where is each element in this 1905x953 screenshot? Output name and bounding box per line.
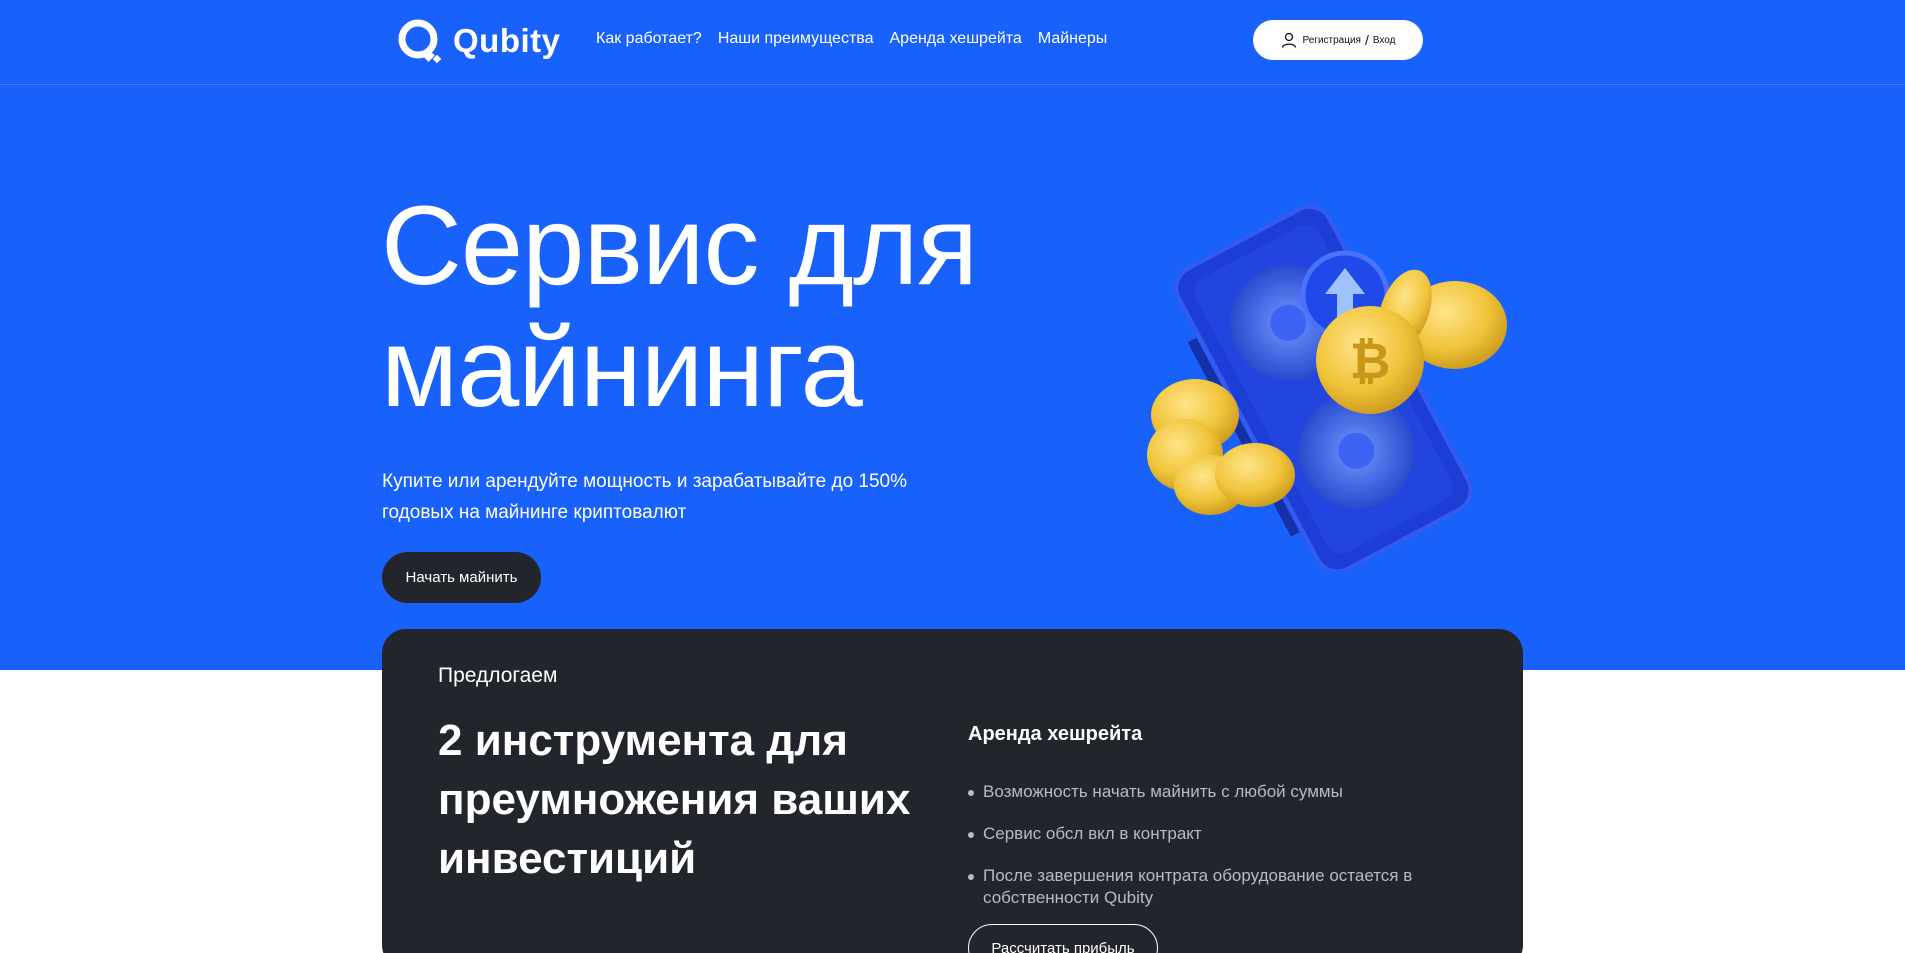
svg-text:₿: ₿: [1350, 332, 1391, 390]
offer-title-line3: инвестиций: [438, 834, 697, 883]
nav-link-advantages[interactable]: Наши преимущества: [718, 30, 874, 48]
list-item: Сервис обсл вкл в контракт: [968, 823, 1488, 845]
nav-link-miners[interactable]: Майнеры: [1038, 30, 1107, 48]
hashrate-rental-title: Аренда хешрейта: [968, 723, 1143, 745]
hero-section: Qubity Как работает? Наши преимущества А…: [0, 0, 1905, 670]
list-item: После завершения контрата оборудование о…: [968, 865, 1488, 909]
start-mining-button[interactable]: Начать майнить: [382, 552, 541, 603]
brand-name: Qubity: [453, 22, 561, 59]
calculate-profit-button[interactable]: Рассчитать прибыль: [968, 924, 1158, 953]
hero-subtitle-line1: Купите или арендуйте мощность и зарабаты…: [382, 471, 908, 492]
register-link[interactable]: Регистрация: [1303, 35, 1361, 46]
list-item: Возможность начать майнить с любой суммы: [968, 781, 1488, 803]
hero-subtitle-line2: годовых на майнинге криптовалют: [382, 502, 687, 523]
nav-link-hashrate-rental[interactable]: Аренда хешрейта: [890, 30, 1022, 48]
hero-subtitle: Купите или арендуйте мощность и зарабаты…: [382, 466, 942, 528]
hero-title: Сервис для майнинга: [381, 183, 978, 430]
hero-title-line1: Сервис для: [381, 183, 978, 308]
qubity-logo-icon: [398, 19, 442, 64]
main-menu: Как работает? Наши преимущества Аренда х…: [596, 30, 1123, 48]
offer-title-line2: преумножения ваших: [438, 775, 911, 824]
gpu-bitcoin-illustration: ₿: [1147, 204, 1507, 570]
auth-separator: /: [1364, 32, 1369, 48]
login-link[interactable]: Вход: [1373, 35, 1396, 46]
nav-link-how-it-works[interactable]: Как работает?: [596, 30, 702, 48]
offer-card: Предлогаем 2 инструмента для преумножени…: [382, 629, 1523, 953]
features-list: Возможность начать майнить с любой суммы…: [968, 781, 1488, 929]
logo[interactable]: Qubity: [397, 18, 561, 64]
top-nav: Qubity Как работает? Наши преимущества А…: [0, 0, 1905, 85]
offer-title: 2 инструмента для преумножения ваших инв…: [438, 711, 938, 888]
hero-title-line2: майнинга: [381, 305, 863, 430]
offer-title-line1: 2 инструмента для: [438, 716, 848, 765]
offer-eyebrow: Предлогаем: [438, 664, 558, 687]
auth-button[interactable]: Регистрация / Вход: [1253, 20, 1423, 60]
user-icon: [1281, 32, 1296, 48]
